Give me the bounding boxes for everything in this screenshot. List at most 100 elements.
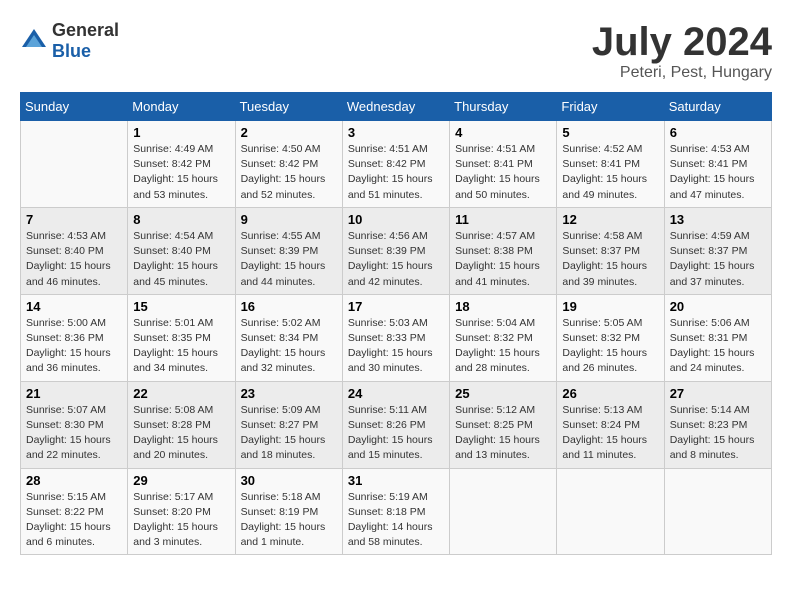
day-info: Sunrise: 4:49 AMSunset: 8:42 PMDaylight:… [133, 142, 229, 203]
header-row: Sunday Monday Tuesday Wednesday Thursday… [21, 93, 772, 121]
day-info: Sunrise: 4:59 AMSunset: 8:37 PMDaylight:… [670, 229, 766, 290]
day-number: 9 [241, 212, 337, 227]
day-info: Sunrise: 5:13 AMSunset: 8:24 PMDaylight:… [562, 403, 658, 464]
day-cell: 22Sunrise: 5:08 AMSunset: 8:28 PMDayligh… [128, 381, 235, 468]
day-cell [557, 468, 664, 555]
day-info: Sunrise: 4:51 AMSunset: 8:42 PMDaylight:… [348, 142, 444, 203]
day-number: 29 [133, 473, 229, 488]
day-number: 31 [348, 473, 444, 488]
day-info: Sunrise: 5:17 AMSunset: 8:20 PMDaylight:… [133, 490, 229, 551]
day-cell: 24 Sunrise: 5:11 AMSunset: 8:26 PMDayligh… [342, 381, 449, 468]
week-row-1: 1 Sunrise: 4:49 AMSunset: 8:42 PMDaylight… [21, 121, 772, 208]
header-saturday: Saturday [664, 93, 771, 121]
week-row-3: 14Sunrise: 5:00 AMSunset: 8:36 PMDayligh… [21, 294, 772, 381]
week-row-4: 21 Sunrise: 5:07 AMSunset: 8:30 PMDayligh… [21, 381, 772, 468]
day-cell: 16 Sunrise: 5:02 AMSunset: 8:34 PMDayligh… [235, 294, 342, 381]
day-cell: 3 Sunrise: 4:51 AMSunset: 8:42 PMDaylight… [342, 121, 449, 208]
day-info: Sunrise: 5:12 AMSunset: 8:25 PMDaylight:… [455, 403, 551, 464]
day-info: Sunrise: 5:11 AMSunset: 8:26 PMDaylight:… [348, 403, 444, 464]
day-info: Sunrise: 4:55 AMSunset: 8:39 PMDaylight:… [241, 229, 337, 290]
day-cell: 8 Sunrise: 4:54 AMSunset: 8:40 PMDaylight… [128, 207, 235, 294]
day-cell: 5 Sunrise: 4:52 AMSunset: 8:41 PMDaylight… [557, 121, 664, 208]
day-cell: 17 Sunrise: 5:03 AMSunset: 8:33 PMDayligh… [342, 294, 449, 381]
day-number: 28 [26, 473, 122, 488]
logo-blue: Blue [52, 41, 91, 61]
day-info: Sunrise: 5:00 AMSunset: 8:36 PMDaylight:… [26, 316, 122, 377]
header-thursday: Thursday [450, 93, 557, 121]
day-info: Sunrise: 5:02 AMSunset: 8:34 PMDaylight:… [241, 316, 337, 377]
calendar-table: Sunday Monday Tuesday Wednesday Thursday… [20, 92, 772, 555]
day-info: Sunrise: 4:52 AMSunset: 8:41 PMDaylight:… [562, 142, 658, 203]
day-number: 12 [562, 212, 658, 227]
calendar-header: Sunday Monday Tuesday Wednesday Thursday… [21, 93, 772, 121]
day-cell: 7 Sunrise: 4:53 AMSunset: 8:40 PMDaylight… [21, 207, 128, 294]
day-info: Sunrise: 4:57 AMSunset: 8:38 PMDaylight:… [455, 229, 551, 290]
day-number: 7 [26, 212, 122, 227]
day-info: Sunrise: 5:05 AMSunset: 8:32 PMDaylight:… [562, 316, 658, 377]
day-cell: 2 Sunrise: 4:50 AMSunset: 8:42 PMDaylight… [235, 121, 342, 208]
month-title: July 2024 [592, 20, 772, 64]
title-area: July 2024 Peteri, Pest, Hungary [592, 20, 772, 82]
day-cell: 20Sunrise: 5:06 AMSunset: 8:31 PMDayligh… [664, 294, 771, 381]
day-number: 5 [562, 125, 658, 140]
day-cell: 4Sunrise: 4:51 AMSunset: 8:41 PMDaylight… [450, 121, 557, 208]
logo-general: General [52, 20, 119, 40]
header-wednesday: Wednesday [342, 93, 449, 121]
day-number: 1 [133, 125, 229, 140]
day-number: 16 [241, 299, 337, 314]
day-number: 26 [562, 386, 658, 401]
day-cell [664, 468, 771, 555]
day-info: Sunrise: 4:54 AMSunset: 8:40 PMDaylight:… [133, 229, 229, 290]
week-row-2: 7 Sunrise: 4:53 AMSunset: 8:40 PMDaylight… [21, 207, 772, 294]
day-number: 18 [455, 299, 551, 314]
day-number: 21 [26, 386, 122, 401]
day-cell: 9 Sunrise: 4:55 AMSunset: 8:39 PMDaylight… [235, 207, 342, 294]
day-cell: 11 Sunrise: 4:57 AMSunset: 8:38 PMDayligh… [450, 207, 557, 294]
day-cell: 13 Sunrise: 4:59 AMSunset: 8:37 PMDayligh… [664, 207, 771, 294]
day-info: Sunrise: 5:18 AMSunset: 8:19 PMDaylight:… [241, 490, 337, 551]
day-number: 27 [670, 386, 766, 401]
day-cell: 14Sunrise: 5:00 AMSunset: 8:36 PMDayligh… [21, 294, 128, 381]
day-cell: 29 Sunrise: 5:17 AMSunset: 8:20 PMDayligh… [128, 468, 235, 555]
day-cell: 25 Sunrise: 5:12 AMSunset: 8:25 PMDayligh… [450, 381, 557, 468]
day-cell [21, 121, 128, 208]
day-cell [450, 468, 557, 555]
day-info: Sunrise: 5:14 AMSunset: 8:23 PMDaylight:… [670, 403, 766, 464]
calendar-body: 1 Sunrise: 4:49 AMSunset: 8:42 PMDaylight… [21, 121, 772, 555]
day-number: 8 [133, 212, 229, 227]
day-number: 3 [348, 125, 444, 140]
day-number: 13 [670, 212, 766, 227]
day-cell: 30 Sunrise: 5:18 AMSunset: 8:19 PMDayligh… [235, 468, 342, 555]
day-info: Sunrise: 4:53 AMSunset: 8:41 PMDaylight:… [670, 142, 766, 203]
day-number: 6 [670, 125, 766, 140]
day-number: 25 [455, 386, 551, 401]
day-number: 10 [348, 212, 444, 227]
day-number: 11 [455, 212, 551, 227]
day-info: Sunrise: 5:09 AMSunset: 8:27 PMDaylight:… [241, 403, 337, 464]
day-number: 22 [133, 386, 229, 401]
day-info: Sunrise: 5:03 AMSunset: 8:33 PMDaylight:… [348, 316, 444, 377]
day-number: 4 [455, 125, 551, 140]
day-cell: 19Sunrise: 5:05 AMSunset: 8:32 PMDayligh… [557, 294, 664, 381]
day-info: Sunrise: 5:04 AMSunset: 8:32 PMDaylight:… [455, 316, 551, 377]
day-number: 2 [241, 125, 337, 140]
day-number: 15 [133, 299, 229, 314]
logo: General Blue [20, 20, 119, 62]
day-info: Sunrise: 4:50 AMSunset: 8:42 PMDaylight:… [241, 142, 337, 203]
day-info: Sunrise: 5:19 AMSunset: 8:18 PMDaylight:… [348, 490, 444, 551]
day-number: 17 [348, 299, 444, 314]
day-number: 30 [241, 473, 337, 488]
day-cell: 21 Sunrise: 5:07 AMSunset: 8:30 PMDayligh… [21, 381, 128, 468]
day-cell: 31 Sunrise: 5:19 AMSunset: 8:18 PMDayligh… [342, 468, 449, 555]
day-info: Sunrise: 5:01 AMSunset: 8:35 PMDaylight:… [133, 316, 229, 377]
day-number: 24 [348, 386, 444, 401]
header: General Blue July 2024 Peteri, Pest, Hun… [20, 20, 772, 82]
day-info: Sunrise: 4:53 AMSunset: 8:40 PMDaylight:… [26, 229, 122, 290]
day-cell: 10Sunrise: 4:56 AMSunset: 8:39 PMDayligh… [342, 207, 449, 294]
day-info: Sunrise: 5:15 AMSunset: 8:22 PMDaylight:… [26, 490, 122, 551]
header-sunday: Sunday [21, 93, 128, 121]
day-cell: 28 Sunrise: 5:15 AMSunset: 8:22 PMDayligh… [21, 468, 128, 555]
day-info: Sunrise: 5:07 AMSunset: 8:30 PMDaylight:… [26, 403, 122, 464]
logo-icon [20, 27, 48, 55]
location-title: Peteri, Pest, Hungary [592, 64, 772, 82]
